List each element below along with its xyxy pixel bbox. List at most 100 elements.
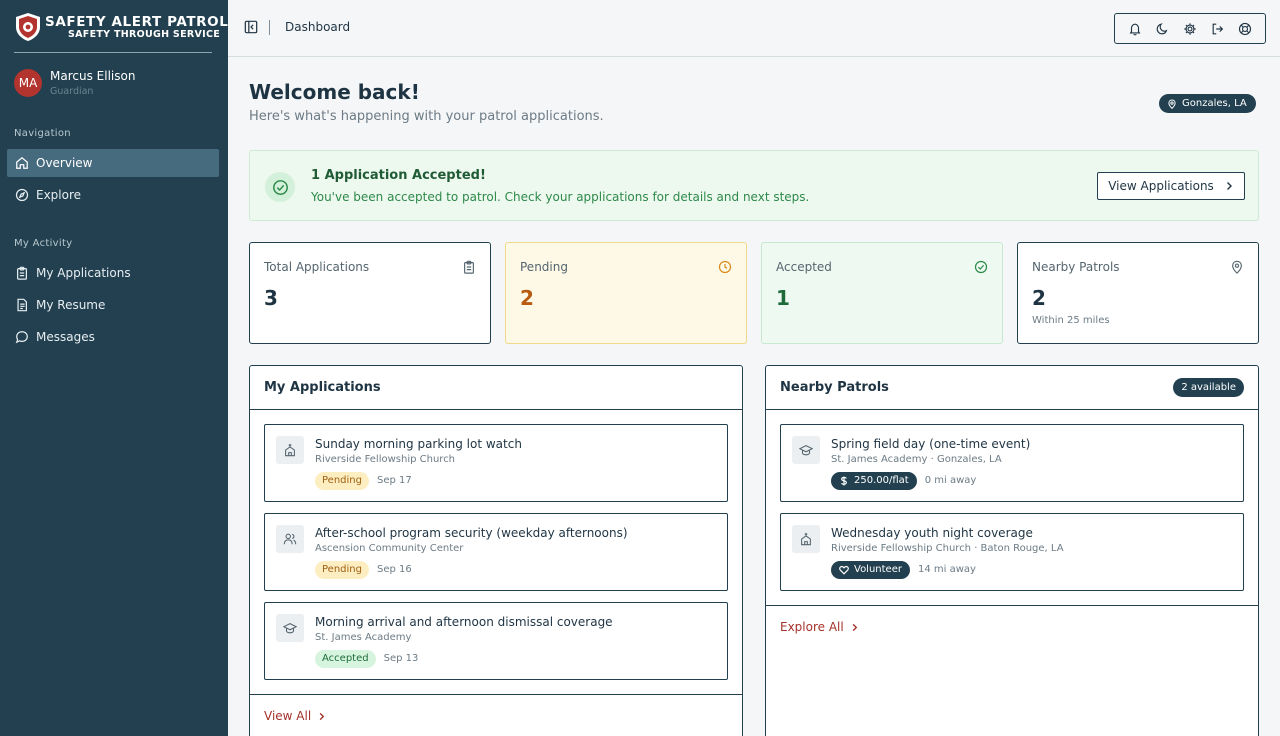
button-label: View Applications bbox=[1108, 179, 1214, 193]
location-badge[interactable]: Gonzales, LA bbox=[1159, 94, 1256, 113]
patrol-title: Spring field day (one-time event) bbox=[831, 437, 1031, 451]
alert-message: You've been accepted to patrol. Check yo… bbox=[311, 190, 810, 204]
church-icon bbox=[792, 525, 820, 553]
pay-text: Volunteer bbox=[854, 564, 902, 575]
panel-header: Nearby Patrols 2 available bbox=[766, 366, 1258, 410]
sidebar-item-messages[interactable]: Messages bbox=[7, 323, 219, 351]
stat-card-accepted[interactable]: Accepted 1 bbox=[761, 242, 1003, 344]
patrol-title: Wednesday youth night coverage bbox=[831, 526, 1033, 540]
graduation-cap-icon bbox=[792, 436, 820, 464]
sidebar-item-label: Explore bbox=[36, 188, 82, 202]
application-org: Riverside Fellowship Church bbox=[315, 454, 456, 465]
dollar-icon bbox=[841, 476, 847, 485]
explore-all-link[interactable]: Explore All bbox=[780, 620, 859, 634]
clock-icon bbox=[718, 260, 732, 274]
stat-label: Accepted bbox=[776, 260, 832, 274]
brand-logo[interactable]: SAFETY ALERT PATROL SAFETY THROUGH SERVI… bbox=[14, 10, 228, 53]
sidebar-item-overview[interactable]: Overview bbox=[7, 149, 219, 177]
sidebar-item-my-applications[interactable]: My Applications bbox=[7, 259, 219, 287]
stat-value: 3 bbox=[264, 286, 278, 310]
church-icon bbox=[276, 436, 304, 464]
settings-button[interactable] bbox=[1182, 21, 1198, 37]
stat-label: Pending bbox=[520, 260, 568, 274]
patrol-distance: 14 mi away bbox=[917, 564, 976, 575]
panel-title: Nearby Patrols bbox=[780, 380, 889, 395]
user-name: Marcus Ellison bbox=[50, 69, 136, 83]
chevron-right-icon bbox=[1226, 182, 1232, 190]
activity-heading: My Activity bbox=[14, 238, 73, 249]
notifications-button[interactable] bbox=[1127, 21, 1143, 37]
stat-value: 2 bbox=[520, 286, 534, 310]
application-item[interactable]: After-school program security (weekday a… bbox=[264, 513, 728, 591]
view-applications-button[interactable]: View Applications bbox=[1097, 172, 1245, 200]
page-title: Welcome back! bbox=[249, 80, 420, 104]
stat-card-pending[interactable]: Pending 2 bbox=[505, 242, 747, 344]
available-count-badge: 2 available bbox=[1173, 378, 1244, 397]
check-circle-icon bbox=[974, 260, 988, 274]
application-item[interactable]: Sunday morning parking lot watch Riversi… bbox=[264, 424, 728, 502]
application-date: Sep 17 bbox=[376, 475, 412, 486]
patrol-org: St. James Academy · Gonzales, LA bbox=[831, 454, 1002, 465]
status-badge: Accepted bbox=[315, 649, 376, 668]
my-applications-panel: My Applications Sunday morning parking l… bbox=[249, 365, 743, 736]
panel-header: My Applications bbox=[250, 366, 742, 410]
sidebar-item-label: Overview bbox=[36, 156, 93, 170]
avatar: MA bbox=[14, 69, 42, 97]
sidebar-item-label: My Resume bbox=[36, 298, 106, 312]
sidebar: SAFETY ALERT PATROL SAFETY THROUGH SERVI… bbox=[0, 0, 228, 736]
shield-logo-icon bbox=[16, 13, 40, 41]
status-badge: Pending bbox=[315, 560, 369, 579]
patrol-org: Riverside Fellowship Church · Baton Roug… bbox=[831, 543, 1064, 554]
sidebar-item-label: My Applications bbox=[36, 266, 131, 280]
divider bbox=[269, 20, 270, 35]
application-title: Sunday morning parking lot watch bbox=[315, 437, 522, 451]
stat-label: Total Applications bbox=[264, 260, 370, 274]
patrol-item[interactable]: Wednesday youth night coverage Riverside… bbox=[780, 513, 1244, 591]
nav-heading: Navigation bbox=[14, 128, 71, 139]
application-item[interactable]: Morning arrival and afternoon dismissal … bbox=[264, 602, 728, 680]
link-label: View All bbox=[264, 709, 312, 723]
acceptance-alert: 1 Application Accepted! You've been acce… bbox=[249, 150, 1259, 221]
header-toolbar bbox=[1114, 13, 1266, 44]
location-text: Gonzales, LA bbox=[1182, 98, 1247, 109]
logout-button[interactable] bbox=[1210, 21, 1226, 37]
bell-icon bbox=[1129, 23, 1141, 35]
user-role: Guardian bbox=[50, 86, 94, 97]
sidebar-toggle-icon[interactable] bbox=[244, 20, 258, 34]
application-date: Sep 16 bbox=[376, 564, 412, 575]
application-date: Sep 13 bbox=[383, 653, 419, 664]
user-profile[interactable]: MA Marcus Ellison Guardian bbox=[14, 68, 214, 100]
sidebar-item-explore[interactable]: Explore bbox=[7, 181, 219, 209]
volunteer-badge: Volunteer bbox=[831, 560, 910, 579]
panel-title: My Applications bbox=[264, 380, 381, 395]
theme-toggle-button[interactable] bbox=[1154, 21, 1170, 37]
stat-note: Within 25 miles bbox=[1032, 315, 1110, 326]
lifebuoy-icon bbox=[1239, 22, 1252, 35]
top-bar: Dashboard bbox=[228, 0, 1280, 57]
application-org: St. James Academy bbox=[315, 632, 412, 643]
panel-footer: Explore All bbox=[766, 605, 1258, 736]
patrol-item[interactable]: Spring field day (one-time event) St. Ja… bbox=[780, 424, 1244, 502]
users-icon bbox=[276, 525, 304, 553]
stat-card-total[interactable]: Total Applications 3 bbox=[249, 242, 491, 344]
check-circle-icon bbox=[265, 172, 295, 202]
stat-card-nearby[interactable]: Nearby Patrols 2 Within 25 miles bbox=[1017, 242, 1259, 344]
patrol-distance: 0 mi away bbox=[924, 475, 977, 486]
brand-title: SAFETY ALERT PATROL bbox=[45, 14, 229, 30]
logout-icon bbox=[1212, 23, 1223, 34]
map-pin-icon bbox=[1168, 98, 1176, 109]
breadcrumb: Dashboard bbox=[285, 20, 351, 34]
view-all-link[interactable]: View All bbox=[264, 709, 326, 723]
support-button[interactable] bbox=[1237, 21, 1253, 37]
stat-value: 2 bbox=[1032, 286, 1046, 310]
application-org: Ascension Community Center bbox=[315, 543, 464, 554]
pay-text: 250.00/flat bbox=[854, 475, 909, 486]
clipboard-icon bbox=[17, 266, 27, 280]
status-badge: Pending bbox=[315, 471, 369, 490]
chevron-right-icon bbox=[319, 712, 325, 720]
link-label: Explore All bbox=[780, 620, 844, 634]
chevron-right-icon bbox=[852, 623, 857, 631]
clipboard-icon bbox=[464, 260, 474, 274]
map-pin-icon bbox=[1232, 260, 1242, 274]
sidebar-item-my-resume[interactable]: My Resume bbox=[7, 291, 219, 319]
